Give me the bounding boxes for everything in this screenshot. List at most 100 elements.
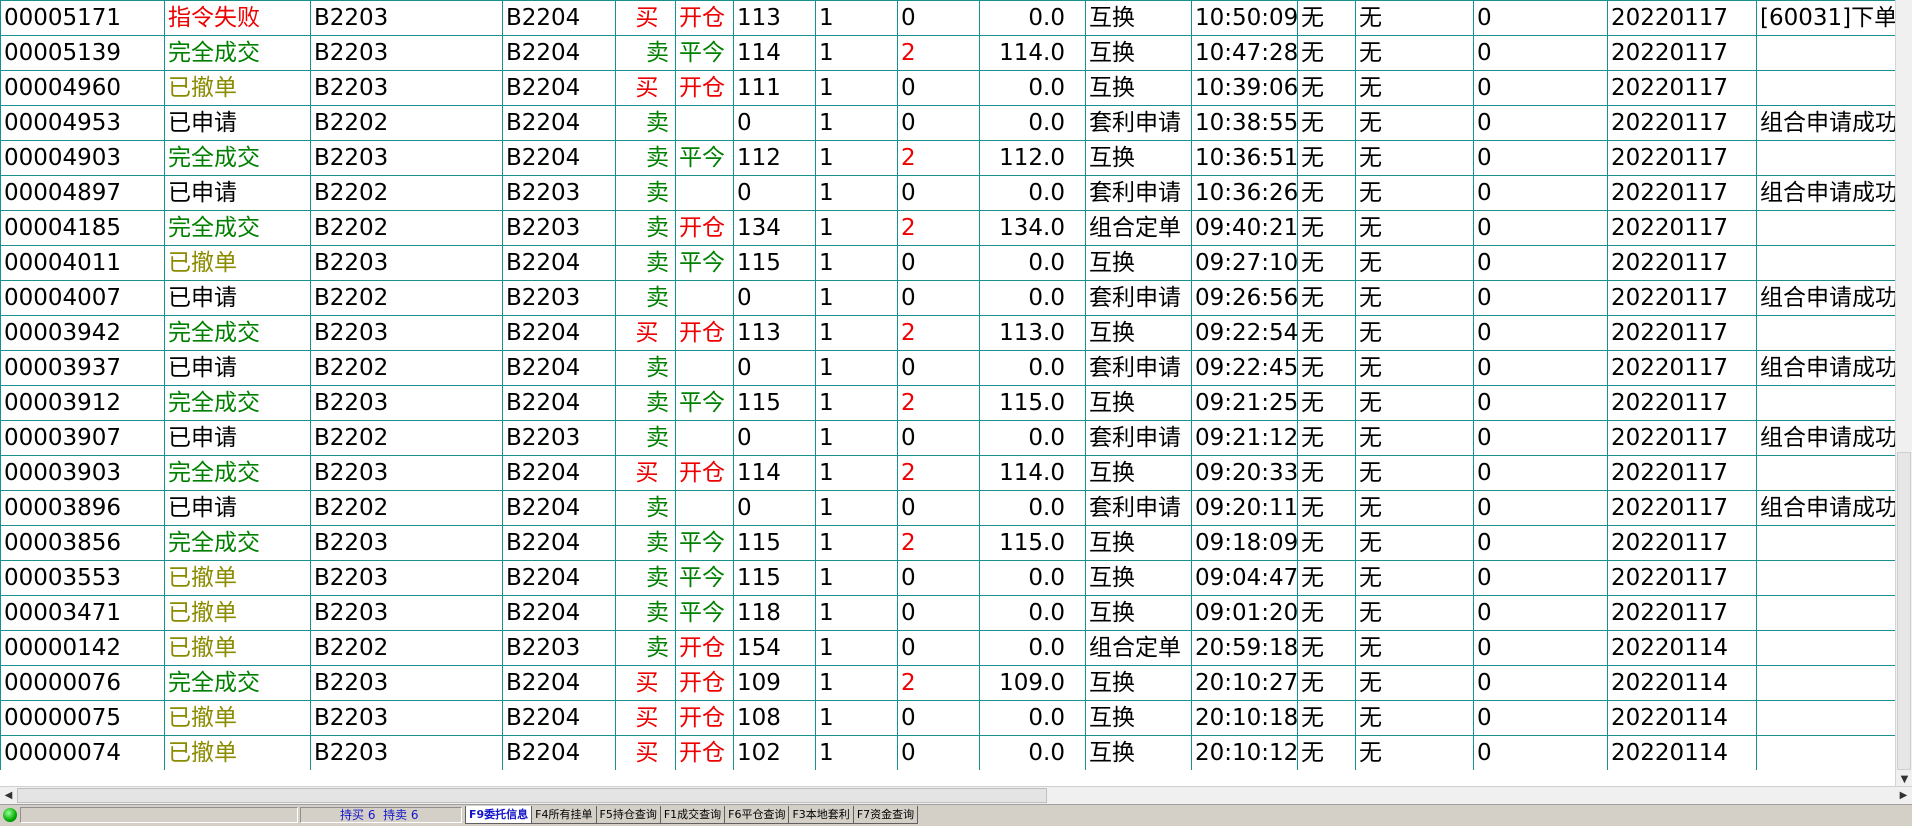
cell-order-type: 互换 bbox=[1085, 245, 1192, 281]
tab-f1[interactable]: F1成交查询 bbox=[659, 806, 726, 824]
cell-order-id: 00003856 bbox=[0, 525, 165, 561]
cell-contract-1: B2203 bbox=[310, 35, 503, 71]
cell-order-type: 互换 bbox=[1085, 455, 1192, 491]
cell-open-close: 平今 bbox=[675, 140, 734, 176]
cell-open-close bbox=[675, 350, 734, 386]
order-row[interactable]: 00003903 完全成交 B2203 B2204 买开仓 114 1 2 114.0 互换 09:… bbox=[0, 455, 1895, 491]
cell-direction: 卖 bbox=[615, 140, 676, 176]
order-row[interactable]: 00004960 已撤单 B2203 B2204 买开仓 111 1 0 0.0 互换 10:39:… bbox=[0, 70, 1895, 106]
horizontal-scrollbar-thumb[interactable] bbox=[17, 788, 1047, 803]
order-row[interactable]: 00005139 完全成交 B2203 B2204 卖平今 114 1 2 114.0 互换 10:… bbox=[0, 35, 1895, 71]
cell-quantity: 1 bbox=[815, 560, 898, 596]
cell-flag-3: 0 bbox=[1473, 525, 1608, 561]
cell-time: 09:21:25 bbox=[1191, 385, 1298, 421]
scroll-left-arrow-icon[interactable]: ◀ bbox=[0, 787, 17, 805]
order-row[interactable]: 00003937 已申请 B2202 B2204 卖 0 1 0 0.0 套利申请 09:22:45… bbox=[0, 350, 1895, 386]
cell-date: 20220117 bbox=[1607, 315, 1757, 351]
order-row[interactable]: 00003896 已申请 B2202 B2204 卖 0 1 0 0.0 套利申请 09:20:11… bbox=[0, 490, 1895, 526]
order-row[interactable]: 00004007 已申请 B2202 B2203 卖 0 1 0 0.0 套利申请 09:26:56… bbox=[0, 280, 1895, 316]
cell-flag-1: 无 bbox=[1297, 630, 1356, 666]
cell-date: 20220117 bbox=[1607, 0, 1757, 36]
order-row[interactable]: 00003856 完全成交 B2203 B2204 卖平今 115 1 2 115.0 互换 09:… bbox=[0, 525, 1895, 561]
cell-order-type: 套利申请 bbox=[1085, 420, 1192, 456]
cell-contract-2: B2204 bbox=[502, 70, 616, 106]
order-row[interactable]: 00003912 完全成交 B2203 B2204 卖平今 115 1 2 115.0 互换 09:… bbox=[0, 385, 1895, 421]
vertical-scrollbar[interactable]: ▼ bbox=[1895, 0, 1912, 788]
cell-price: 109 bbox=[733, 665, 816, 701]
cell-order-type: 互换 bbox=[1085, 0, 1192, 36]
cell-avg-price: 0.0 bbox=[979, 560, 1086, 596]
order-row[interactable]: 00003907 已申请 B2202 B2203 卖 0 1 0 0.0 套利申请 09:21:12… bbox=[0, 420, 1895, 456]
tab-f7[interactable]: F7资金查询 bbox=[852, 806, 919, 824]
order-row[interactable]: 00003471 已撤单 B2203 B2204 卖平今 118 1 0 0.0 互换 09:01:… bbox=[0, 595, 1895, 631]
cell-flag-3: 0 bbox=[1473, 280, 1608, 316]
cell-contract-1: B2202 bbox=[310, 420, 503, 456]
tab-f4[interactable]: F4所有挂单 bbox=[531, 806, 597, 824]
cell-contract-1: B2203 bbox=[310, 455, 503, 491]
tab-f3[interactable]: F3本地套利 bbox=[788, 806, 854, 824]
cell-price: 115 bbox=[733, 245, 816, 281]
order-row[interactable]: 00004011 已撤单 B2203 B2204 卖平今 115 1 0 0.0 互换 09:27:… bbox=[0, 245, 1895, 281]
tab-f5[interactable]: F5持仓查询 bbox=[595, 806, 661, 824]
cell-flag-2: 无 bbox=[1355, 420, 1474, 456]
cell-quantity: 1 bbox=[815, 350, 898, 386]
order-row[interactable]: 00004953 已申请 B2202 B2204 卖 0 1 0 0.0 套利申请 10:38:55… bbox=[0, 105, 1895, 141]
scroll-right-arrow-icon[interactable]: ▶ bbox=[1895, 787, 1912, 805]
order-row[interactable]: 00000076 完全成交 B2203 B2204 买开仓 109 1 2 109.0 互换 20:… bbox=[0, 665, 1895, 701]
cell-order-id: 00004960 bbox=[0, 70, 165, 106]
cell-direction: 卖 bbox=[615, 175, 676, 211]
cell-price: 113 bbox=[733, 315, 816, 351]
cell-time: 10:47:28 bbox=[1191, 35, 1298, 71]
cell-flag-3: 0 bbox=[1473, 245, 1608, 281]
cell-order-type: 互换 bbox=[1085, 315, 1192, 351]
cell-flag-2: 无 bbox=[1355, 280, 1474, 316]
cell-time: 09:26:56 bbox=[1191, 280, 1298, 316]
cell-status: 已撤单 bbox=[164, 700, 311, 736]
tab-f6[interactable]: F6平仓查询 bbox=[724, 806, 790, 824]
order-row[interactable]: 00003942 完全成交 B2203 B2204 买开仓 113 1 2 113.0 互换 09:… bbox=[0, 315, 1895, 351]
cell-order-id: 00003471 bbox=[0, 595, 165, 631]
cell-direction: 卖 bbox=[615, 560, 676, 596]
bottom-tab-bar: F9委托信息 F4所有挂单 F5持仓查询 F1成交查询 F6平仓查询 F3本地套利 F7资金… bbox=[465, 806, 919, 825]
order-row[interactable]: 00000075 已撤单 B2203 B2204 买开仓 108 1 0 0.0 互换 20:10:… bbox=[0, 700, 1895, 736]
cell-flag-2: 无 bbox=[1355, 245, 1474, 281]
cell-status: 完全成交 bbox=[164, 525, 311, 561]
cell-message bbox=[1756, 630, 1895, 666]
horizontal-scrollbar[interactable]: ◀ ▶ bbox=[0, 786, 1912, 805]
cell-open-close: 开仓 bbox=[675, 700, 734, 736]
tab-f9[interactable]: F9委托信息 bbox=[465, 806, 533, 824]
cell-date: 20220117 bbox=[1607, 210, 1757, 246]
cell-message bbox=[1756, 735, 1895, 770]
cell-message bbox=[1756, 210, 1895, 246]
order-row[interactable]: 00000074 已撤单 B2203 B2204 买开仓 102 1 0 0.0 互换 20:10:… bbox=[0, 735, 1895, 770]
vertical-scrollbar-thumb[interactable] bbox=[1897, 452, 1911, 770]
connection-status-icon bbox=[3, 808, 17, 822]
cell-date: 20220117 bbox=[1607, 35, 1757, 71]
cell-open-close: 平今 bbox=[675, 385, 734, 421]
order-grid[interactable]: 00005171 指令失败 B2203 B2204 买开仓 113 1 0 0.0 互换 10:50… bbox=[0, 0, 1895, 770]
cell-contract-1: B2203 bbox=[310, 0, 503, 36]
cell-open-close bbox=[675, 490, 734, 526]
cell-contract-2: B2204 bbox=[502, 35, 616, 71]
cell-avg-price: 112.0 bbox=[979, 140, 1086, 176]
order-row[interactable]: 00004903 完全成交 B2203 B2204 卖平今 112 1 2 112.0 互换 10:… bbox=[0, 140, 1895, 176]
cell-filled: 0 bbox=[897, 735, 980, 770]
order-row[interactable]: 00000142 已撤单 B2202 B2203 卖开仓 154 1 0 0.0 组合定单 20:5… bbox=[0, 630, 1895, 666]
cell-flag-3: 0 bbox=[1473, 0, 1608, 36]
cell-avg-price: 0.0 bbox=[979, 245, 1086, 281]
order-row[interactable]: 00004897 已申请 B2202 B2203 卖 0 1 0 0.0 套利申请 10:36:26… bbox=[0, 175, 1895, 211]
cell-flag-1: 无 bbox=[1297, 210, 1356, 246]
cell-flag-1: 无 bbox=[1297, 280, 1356, 316]
cell-message: 组合申请成功 bbox=[1756, 420, 1895, 456]
cell-quantity: 1 bbox=[815, 35, 898, 71]
order-row[interactable]: 00005171 指令失败 B2203 B2204 买开仓 113 1 0 0.0 互换 10:50… bbox=[0, 0, 1895, 36]
cell-avg-price: 114.0 bbox=[979, 35, 1086, 71]
cell-status: 完全成交 bbox=[164, 315, 311, 351]
cell-filled: 2 bbox=[897, 455, 980, 491]
cell-order-type: 互换 bbox=[1085, 735, 1192, 770]
cell-avg-price: 115.0 bbox=[979, 385, 1086, 421]
cell-contract-2: B2203 bbox=[502, 420, 616, 456]
order-row[interactable]: 00004185 完全成交 B2202 B2203 卖开仓 134 1 2 134.0 组合定单 0… bbox=[0, 210, 1895, 246]
cell-time: 10:36:51 bbox=[1191, 140, 1298, 176]
order-row[interactable]: 00003553 已撤单 B2203 B2204 卖平今 115 1 0 0.0 互换 09:04:… bbox=[0, 560, 1895, 596]
